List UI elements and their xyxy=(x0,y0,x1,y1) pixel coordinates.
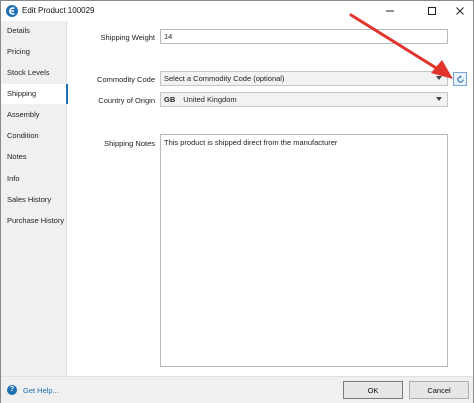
sidebar-item-sales-history[interactable]: Sales History xyxy=(1,190,67,210)
close-button[interactable] xyxy=(445,1,474,21)
sidebar-item-stock-levels[interactable]: Stock Levels xyxy=(1,63,67,83)
edit-product-window: Edit Product 100029 Details Pricing Stoc… xyxy=(0,0,474,403)
country-of-origin-label: Country of Origin xyxy=(98,96,155,105)
sidebar-item-shipping[interactable]: Shipping xyxy=(1,84,68,104)
shipping-weight-label: Shipping Weight xyxy=(100,33,155,42)
chevron-down-icon xyxy=(436,76,442,80)
get-help-link[interactable]: Get Help... xyxy=(23,386,59,395)
shipping-notes-textarea[interactable]: This product is shipped direct from the … xyxy=(160,134,448,367)
sidebar-item-pricing[interactable]: Pricing xyxy=(1,42,67,62)
commodity-code-label: Commodity Code xyxy=(97,75,155,84)
ok-button[interactable]: OK xyxy=(343,381,403,399)
sidebar-item-notes[interactable]: Notes xyxy=(1,147,67,167)
maximize-button[interactable] xyxy=(417,1,447,21)
shipping-weight-input[interactable]: 14 xyxy=(160,29,448,44)
commodity-code-select[interactable]: Select a Commodity Code (optional) xyxy=(160,71,448,86)
shipping-notes-label: Shipping Notes xyxy=(104,139,155,148)
window-title: Edit Product 100029 xyxy=(22,6,95,15)
chevron-down-icon xyxy=(436,97,442,101)
help-icon[interactable]: ? xyxy=(7,385,17,395)
close-icon xyxy=(456,7,464,15)
minimize-button[interactable] xyxy=(375,1,405,21)
title-bar: Edit Product 100029 xyxy=(1,1,473,21)
sidebar-item-details[interactable]: Details xyxy=(1,21,67,41)
sidebar-nav: Details Pricing Stock Levels Shipping As… xyxy=(1,21,68,376)
sidebar-item-condition[interactable]: Condition xyxy=(1,126,67,146)
sidebar-item-purchase-history[interactable]: Purchase History xyxy=(1,211,67,231)
sidebar-item-info[interactable]: Info xyxy=(1,169,67,189)
country-of-origin-select[interactable]: GB United Kingdom xyxy=(160,92,448,107)
refresh-commodity-button[interactable] xyxy=(453,72,467,86)
dialog-footer: ? Get Help... OK Cancel xyxy=(1,376,473,403)
app-logo-icon xyxy=(6,5,18,17)
refresh-icon xyxy=(456,74,464,83)
cancel-button[interactable]: Cancel xyxy=(409,381,469,399)
sidebar-item-assembly[interactable]: Assembly xyxy=(1,105,67,125)
